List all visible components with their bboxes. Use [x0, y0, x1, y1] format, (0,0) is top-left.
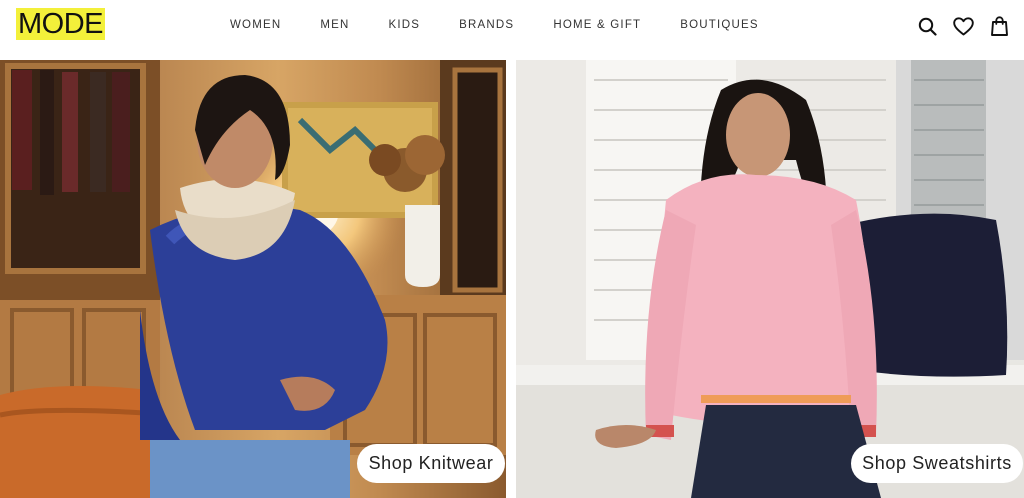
- shop-sweatshirts-button[interactable]: Shop Sweatshirts: [851, 444, 1023, 483]
- site-header: MODE WOMEN MEN KIDS BRANDS HOME & GIFT B…: [0, 0, 1024, 58]
- nav-item-boutiques[interactable]: BOUTIQUES: [680, 17, 759, 33]
- knitwear-photo-illustration: [0, 60, 506, 498]
- shop-knitwear-button[interactable]: Shop Knitwear: [357, 444, 505, 483]
- hero-sweatshirts-image[interactable]: [516, 60, 1024, 498]
- heart-icon[interactable]: [953, 15, 974, 37]
- search-icon[interactable]: [917, 15, 938, 37]
- brand-logo[interactable]: MODE: [16, 8, 105, 40]
- nav-item-home-gift[interactable]: HOME & GIFT: [553, 17, 641, 33]
- hero-knitwear-image[interactable]: [0, 60, 506, 498]
- sweatshirts-photo-illustration: [516, 60, 1024, 498]
- shopping-bag-icon[interactable]: [989, 15, 1010, 37]
- main-nav: WOMEN MEN KIDS BRANDS HOME & GIFT BOUTIQ…: [230, 17, 759, 33]
- nav-item-brands[interactable]: BRANDS: [459, 17, 514, 33]
- header-actions: [917, 15, 1010, 37]
- nav-item-women[interactable]: WOMEN: [230, 17, 281, 33]
- nav-item-men[interactable]: MEN: [320, 17, 349, 33]
- nav-item-kids[interactable]: KIDS: [389, 17, 421, 33]
